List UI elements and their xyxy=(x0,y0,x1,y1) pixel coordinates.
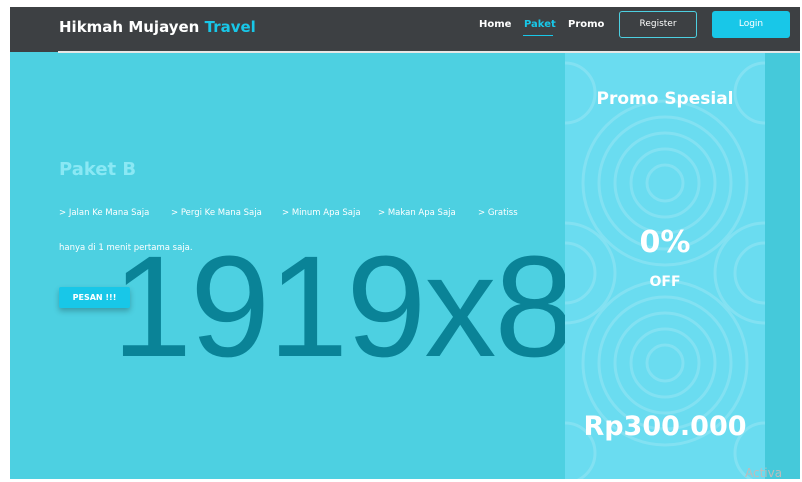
order-button[interactable]: PESAN !!! xyxy=(59,287,130,308)
promo-off-label: OFF xyxy=(649,274,681,290)
page-frame: Hikmah Mujayen Travel Home Paket Promo R… xyxy=(10,7,800,479)
promo-title: Promo Spesial xyxy=(596,89,734,109)
feature-item: > Pergi Ke Mana Saja xyxy=(171,208,262,218)
brand-logo[interactable]: Hikmah Mujayen Travel xyxy=(59,18,256,36)
feature-item: > Gratiss xyxy=(478,208,518,218)
nav-paket[interactable]: Paket xyxy=(524,19,556,30)
promo-panel: Promo Spesial 0% OFF Rp300.000 xyxy=(565,53,765,479)
login-button[interactable]: Login xyxy=(712,11,790,38)
nav-promo[interactable]: Promo xyxy=(568,19,604,30)
promo-price: Rp300.000 xyxy=(583,411,747,442)
nav-active-indicator xyxy=(523,35,553,36)
feature-item: > Minum Apa Saja xyxy=(282,208,361,218)
hero-title: Paket B xyxy=(59,159,137,180)
hero-image-placeholder-text: 1919x8 xyxy=(112,226,574,387)
nav-home[interactable]: Home xyxy=(479,19,511,30)
feature-item: > Makan Apa Saja xyxy=(378,208,456,218)
navbar: Hikmah Mujayen Travel Home Paket Promo R… xyxy=(10,7,800,52)
register-button[interactable]: Register xyxy=(619,11,697,38)
promo-discount: 0% xyxy=(639,225,691,260)
feature-item: > Jalan Ke Mana Saja xyxy=(59,208,150,218)
brand-name: Hikmah Mujayen xyxy=(59,18,200,36)
activation-watermark: Activa xyxy=(745,466,783,480)
brand-accent: Travel xyxy=(204,18,256,36)
hero-description: hanya di 1 menit pertama saja. xyxy=(59,243,193,253)
right-edge-strip xyxy=(765,53,800,479)
